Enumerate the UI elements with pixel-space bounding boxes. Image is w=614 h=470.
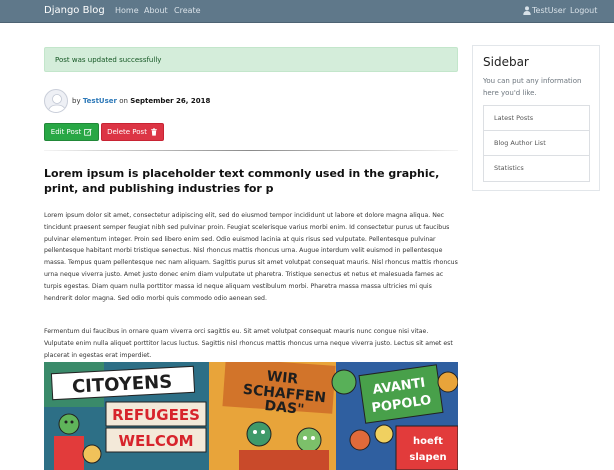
user-icon	[523, 6, 531, 15]
brand-link[interactable]: Django Blog	[44, 5, 105, 16]
delete-post-label: Delete Post	[107, 128, 147, 136]
sidebar-item-statistics[interactable]: Statistics	[484, 156, 589, 181]
sidebar-description: You can put any information here you'd l…	[483, 77, 582, 97]
trash-icon	[151, 128, 157, 136]
sidebar-item-blog-author-list[interactable]: Blog Author List	[484, 131, 589, 156]
post-title: Lorem ipsum is placeholder text commonly…	[44, 167, 440, 195]
nav-link-logout[interactable]: Logout	[570, 6, 597, 15]
avatar-placeholder-icon	[47, 94, 67, 112]
post-image: CITOYENS REFUGEES WELCOM WIR SCHAFFEN DA…	[44, 362, 458, 470]
top-navbar: Django Blog Home About Create TestUser L…	[0, 0, 614, 23]
mural-sign-refugees: REFUGEES	[112, 406, 200, 424]
edit-post-label: Edit Post	[50, 128, 82, 136]
alert-message: Post was updated successfully	[55, 56, 162, 64]
post-date: September 26, 2018	[130, 97, 211, 105]
by-prefix: by	[72, 97, 81, 105]
edit-icon	[84, 128, 92, 136]
mural-sign-welcome: WELCOM	[118, 432, 193, 450]
post-meta: by TestUser on September 26, 2018	[72, 97, 210, 105]
nav-link-create[interactable]: Create	[174, 6, 201, 15]
delete-post-button[interactable]: Delete Post	[101, 123, 164, 141]
nav-link-home[interactable]: Home	[115, 6, 139, 15]
sidebar: Sidebar You can put any information here…	[472, 45, 600, 191]
sidebar-title: Sidebar	[483, 55, 529, 69]
edit-post-button[interactable]: Edit Post	[44, 123, 99, 141]
post-paragraph: Fermentum dui faucibus in ornare quam vi…	[44, 328, 453, 359]
mural-sign-slapen: slapen	[409, 452, 446, 463]
mural-artwork: CITOYENS REFUGEES WELCOM WIR SCHAFFEN DA…	[44, 362, 458, 470]
avatar	[44, 89, 68, 113]
sidebar-item-latest-posts[interactable]: Latest Posts	[484, 106, 589, 131]
post-paragraph: Lorem ipsum dolor sit amet, consectetur …	[44, 212, 458, 302]
divider	[44, 150, 458, 151]
on-text: on	[119, 97, 128, 105]
mural-sign-hoeft: hoeft	[413, 436, 443, 447]
nav-link-about[interactable]: About	[144, 6, 168, 15]
sidebar-list: Latest Posts Blog Author List Statistics	[483, 105, 590, 182]
author-link[interactable]: TestUser	[83, 97, 117, 105]
success-alert: Post was updated successfully	[44, 47, 458, 72]
nav-link-profile[interactable]: TestUser	[532, 6, 566, 15]
